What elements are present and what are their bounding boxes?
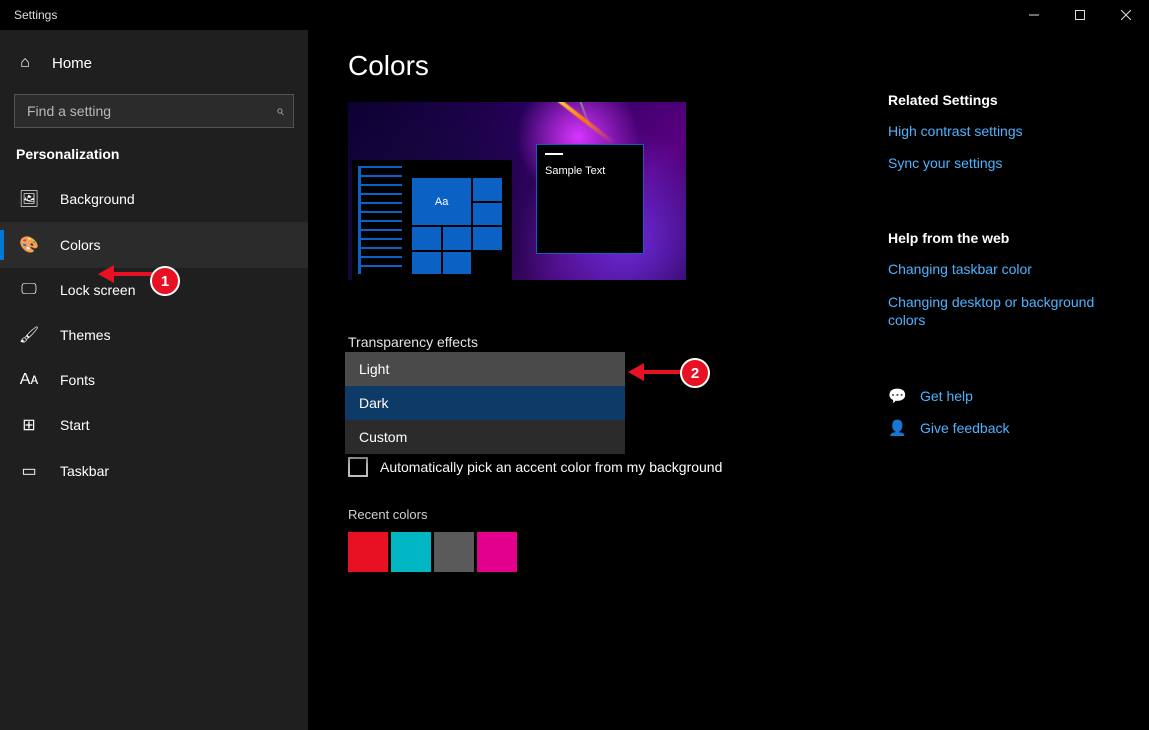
- recent-color-swatch[interactable]: [391, 532, 431, 572]
- start-icon: ⊞: [20, 415, 38, 435]
- preview-start-panel: Aa: [352, 160, 512, 280]
- home-label: Home: [52, 55, 92, 72]
- themes-icon: 🖌: [20, 325, 38, 345]
- color-mode-option-dark[interactable]: Dark: [345, 386, 625, 420]
- annotation-badge-1: 1: [150, 266, 180, 296]
- transparency-label: Transparency effects: [348, 334, 868, 350]
- sidebar-item-label: Fonts: [60, 372, 95, 388]
- settings-window: Settings ⌂ Home ⌕ Personalization: [0, 0, 1149, 730]
- give-feedback-link[interactable]: Give feedback: [920, 419, 1010, 437]
- sidebar-item-label: Background: [60, 191, 135, 207]
- related-heading: Related Settings: [888, 92, 1128, 108]
- color-mode-dropdown[interactable]: LightDarkCustom: [345, 352, 625, 454]
- minimize-button[interactable]: [1011, 0, 1057, 30]
- fonts-icon: Aᴀ: [20, 371, 38, 389]
- color-mode-option-light[interactable]: Light: [345, 352, 625, 386]
- maximize-button[interactable]: [1057, 0, 1103, 30]
- nav-list: 🖼 Background 🎨 Colors 🖵 Lock screen 🖌 Themes Aᴀ F…: [0, 176, 308, 494]
- annotation-badge-2: 2: [680, 358, 710, 388]
- recent-colors: [348, 532, 868, 572]
- sidebar-item-fonts[interactable]: Aᴀ Fonts: [0, 358, 308, 402]
- auto-accent-checkbox[interactable]: [348, 457, 368, 477]
- close-button[interactable]: [1103, 0, 1149, 30]
- lock-screen-icon: 🖵: [20, 281, 38, 299]
- web-help-heading: Help from the web: [888, 230, 1128, 246]
- sidebar-item-label: Themes: [60, 327, 111, 343]
- sidebar-item-background[interactable]: 🖼 Background: [0, 176, 308, 222]
- recent-color-swatch[interactable]: [434, 532, 474, 572]
- sidebar-item-colors[interactable]: 🎨 Colors: [0, 222, 308, 268]
- sidebar-item-label: Colors: [60, 237, 100, 253]
- color-mode-option-custom[interactable]: Custom: [345, 420, 625, 454]
- aside-column: Related Settings High contrast settings S…: [888, 50, 1128, 730]
- sidebar-item-taskbar[interactable]: ▭ Taskbar: [0, 448, 308, 494]
- get-help-row[interactable]: 💬 Get help: [888, 387, 1128, 405]
- get-help-link[interactable]: Get help: [920, 387, 973, 405]
- app-name: Settings: [14, 8, 57, 22]
- auto-accent-label: Automatically pick an accent color from …: [380, 459, 722, 475]
- home-nav[interactable]: ⌂ Home: [0, 44, 308, 82]
- search-wrap: ⌕: [14, 94, 294, 128]
- feedback-icon: 👤: [888, 419, 906, 437]
- preview-tile-aa: Aa: [412, 178, 471, 225]
- web-help-link[interactable]: Changing taskbar color: [888, 260, 1128, 278]
- related-link[interactable]: Sync your settings: [888, 154, 1128, 172]
- recent-color-swatch[interactable]: [348, 532, 388, 572]
- recent-color-swatch[interactable]: [477, 532, 517, 572]
- sidebar-item-themes[interactable]: 🖌 Themes: [0, 312, 308, 358]
- give-feedback-row[interactable]: 👤 Give feedback: [888, 419, 1128, 437]
- preview-sample-window: Sample Text: [536, 144, 644, 254]
- chat-icon: 💬: [888, 387, 906, 405]
- preview-sample-text: Sample Text: [545, 165, 635, 177]
- search-icon: ⌕: [276, 102, 284, 119]
- color-preview: Aa Sample Text: [348, 102, 686, 298]
- search-input[interactable]: [14, 94, 294, 128]
- sidebar-item-start[interactable]: ⊞ Start: [0, 402, 308, 448]
- palette-icon: 🎨: [20, 235, 38, 255]
- related-link[interactable]: High contrast settings: [888, 122, 1128, 140]
- title-bar: Settings: [0, 0, 1149, 30]
- web-help-link[interactable]: Changing desktop or background colors: [888, 293, 1128, 329]
- page-title: Colors: [348, 50, 868, 82]
- sidebar-item-label: Lock screen: [60, 282, 135, 298]
- image-icon: 🖼: [20, 189, 38, 209]
- sidebar: ⌂ Home ⌕ Personalization 🖼 Background 🎨 Col…: [0, 30, 308, 730]
- home-icon: ⌂: [16, 54, 34, 72]
- taskbar-icon: ▭: [20, 461, 38, 481]
- category-heading: Personalization: [0, 146, 308, 176]
- sidebar-item-label: Taskbar: [60, 463, 109, 479]
- window-controls: [1011, 0, 1149, 30]
- sidebar-item-label: Start: [60, 417, 90, 433]
- recent-colors-label: Recent colors: [348, 507, 868, 522]
